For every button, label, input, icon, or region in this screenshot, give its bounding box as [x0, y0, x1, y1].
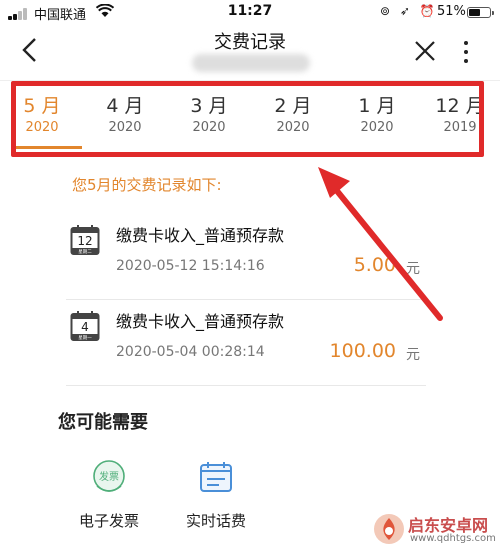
battery-icon: [467, 7, 494, 18]
service-label: 电子发票: [78, 512, 139, 530]
watermark-logo: [374, 514, 404, 544]
more-icon[interactable]: [458, 40, 474, 64]
close-icon[interactable]: [414, 40, 436, 62]
invoice-icon-text: 发票: [99, 470, 119, 483]
record-unit: 元: [406, 261, 420, 277]
record-name: 缴费卡收入_普通预存款: [116, 312, 285, 331]
blurred-account: [192, 54, 310, 72]
record-amount: 100.00: [329, 340, 396, 362]
divider: [66, 385, 426, 386]
watermark: 启东安卓网 www.qdhtgs.com: [372, 512, 500, 549]
watermark-url: www.qdhtgs.com: [410, 533, 496, 544]
record-item[interactable]: 4 星期一 缴费卡收入_普通预存款 2020-05-04 00:28:14 10…: [66, 300, 426, 386]
invoice-icon: 发票: [93, 460, 125, 492]
service-label: 实时话费: [185, 512, 246, 530]
record-item[interactable]: 12 星期二 缴费卡收入_普通预存款 2020-05-12 15:14:16 5…: [66, 214, 426, 300]
record-name: 缴费卡收入_普通预存款: [116, 226, 285, 245]
status-bar: 中国联通 11:27 ⊚ ➶ ⏰ 51%: [0, 0, 500, 26]
calendar-weekday: 星期二: [78, 249, 92, 255]
calendar-icon: 12 星期二: [70, 225, 100, 255]
annotation-highlight-box: [11, 81, 484, 157]
calendar-day: 4: [81, 320, 89, 334]
record-datetime: 2020-05-04 00:28:14: [116, 344, 265, 360]
nav-bar: 交费记录: [0, 24, 500, 80]
records-header: 您5月的交费记录如下:: [72, 176, 222, 194]
record-amount: 5.00: [353, 254, 396, 276]
service-invoice[interactable]: 发票 电子发票: [59, 460, 159, 531]
you-may-need-title: 您可能需要: [58, 412, 148, 433]
bill-card-icon: [200, 462, 232, 492]
battery-percent: 51%: [437, 4, 466, 19]
record-unit: 元: [406, 347, 420, 363]
record-datetime: 2020-05-12 15:14:16: [116, 258, 265, 274]
service-realtime-bill[interactable]: 实时话费: [166, 460, 266, 531]
calendar-icon: 4 星期一: [70, 311, 100, 341]
calendar-day: 12: [77, 234, 92, 248]
status-icons: ⊚ ➶ ⏰: [380, 4, 438, 18]
calendar-weekday: 星期一: [78, 335, 92, 341]
